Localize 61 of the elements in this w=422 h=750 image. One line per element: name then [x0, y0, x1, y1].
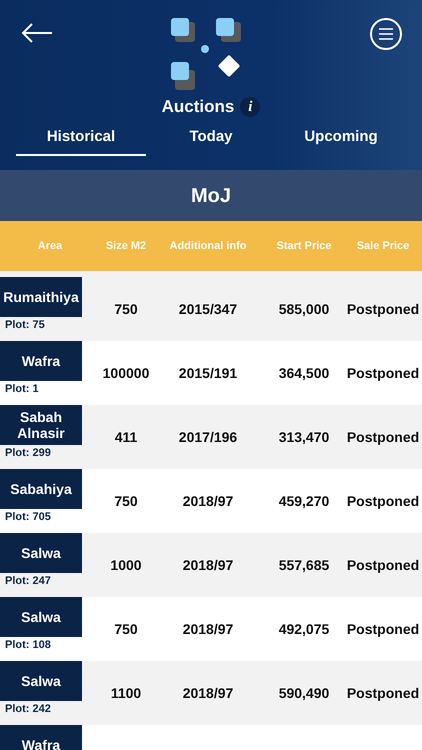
table-cell-text: 364,500: [278, 364, 330, 383]
area-label: Salwa: [0, 533, 82, 573]
table-cell-text: 2017/196: [178, 428, 238, 447]
tab[interactable]: Historical: [16, 126, 146, 156]
plot-label: Plot: 705: [4, 510, 52, 525]
table-cell-text: 750: [113, 300, 139, 319]
table-row[interactable]: Salwa Plot: 247 1000 2018/97 557,685 Postponed: [0, 533, 422, 597]
plot-label: Plot: 108: [4, 638, 52, 653]
table-cell-text: 459,270: [278, 492, 330, 511]
table-cell-text: Postponed: [346, 364, 420, 383]
table-cell-text: Postponed: [346, 684, 420, 703]
table-cell-text: 2018/97: [182, 492, 234, 511]
tab[interactable]: Upcoming: [276, 126, 406, 156]
table-cell-text: Postponed: [346, 620, 420, 639]
table-cell-text: 750: [113, 492, 139, 511]
table-cell-text: 585,000: [278, 300, 330, 319]
page-title: Auctions: [162, 96, 234, 118]
menu-button[interactable]: [370, 18, 402, 50]
table-cell-text: 2015/347: [178, 300, 238, 319]
plot-label: Plot: 247: [4, 574, 52, 589]
table-row[interactable]: Sabah Alnasir Plot: 299 411 2017/196 313,470 Postponed: [0, 405, 422, 469]
area-label: Wafra: [0, 341, 82, 381]
table-cell-text: 1100: [110, 684, 142, 703]
back-arrow-icon: [21, 23, 53, 43]
column-header: Area: [36, 238, 64, 254]
tab[interactable]: Today: [146, 126, 276, 156]
area-label: Sabahiya: [0, 469, 82, 509]
area-label: Salwa: [0, 661, 82, 701]
table-cell-text: 750: [113, 620, 139, 639]
table-cell-text: 590,490: [278, 684, 330, 703]
table-cell-text: 100000: [102, 364, 150, 383]
column-header: Start Price: [275, 238, 333, 254]
section-title: MoJ: [191, 184, 231, 208]
table-cell-text: 411: [114, 428, 138, 447]
table-cell-text: 557,685: [278, 556, 330, 575]
column-header: Additional info: [168, 238, 248, 254]
table-row[interactable]: Rumaithiya Plot: 75 750 2015/347 585,000 Postponed: [0, 277, 422, 341]
area-label: Sabah Alnasir: [0, 405, 82, 445]
plot-label: Plot: 1: [4, 382, 40, 397]
table-cell-text: Postponed: [346, 492, 420, 511]
column-header: Sale Price: [356, 238, 410, 254]
area-label: Wafra: [0, 725, 82, 750]
column-header: Size M2: [104, 238, 148, 254]
table-cell-text: 2018/97: [182, 556, 234, 575]
menu-icon: [379, 28, 393, 40]
area-label: Salwa: [0, 597, 82, 637]
table-cell-text: Postponed: [346, 300, 420, 319]
plot-label: Plot: 299: [4, 446, 52, 461]
table-cell-text: 313,470: [278, 428, 330, 447]
table-cell-text: 2018/97: [182, 620, 234, 639]
plot-label: Plot: 75: [4, 318, 46, 333]
area-label: Rumaithiya: [0, 277, 82, 317]
table-cell-text: 1000: [109, 556, 143, 575]
table-cell-text: 2015/191: [178, 364, 238, 383]
table-cell-text: 2018/97: [182, 684, 234, 703]
info-icon[interactable]: i: [240, 96, 260, 117]
table-row[interactable]: Salwa Plot: 242 1100 2018/97 590,490 Postponed: [0, 661, 422, 725]
table-cell-text: 492,075: [278, 620, 330, 639]
plot-label: Plot: 242: [4, 702, 52, 717]
table-cell-text: Postponed: [346, 556, 420, 575]
table-cell-text: Postponed: [346, 428, 420, 447]
